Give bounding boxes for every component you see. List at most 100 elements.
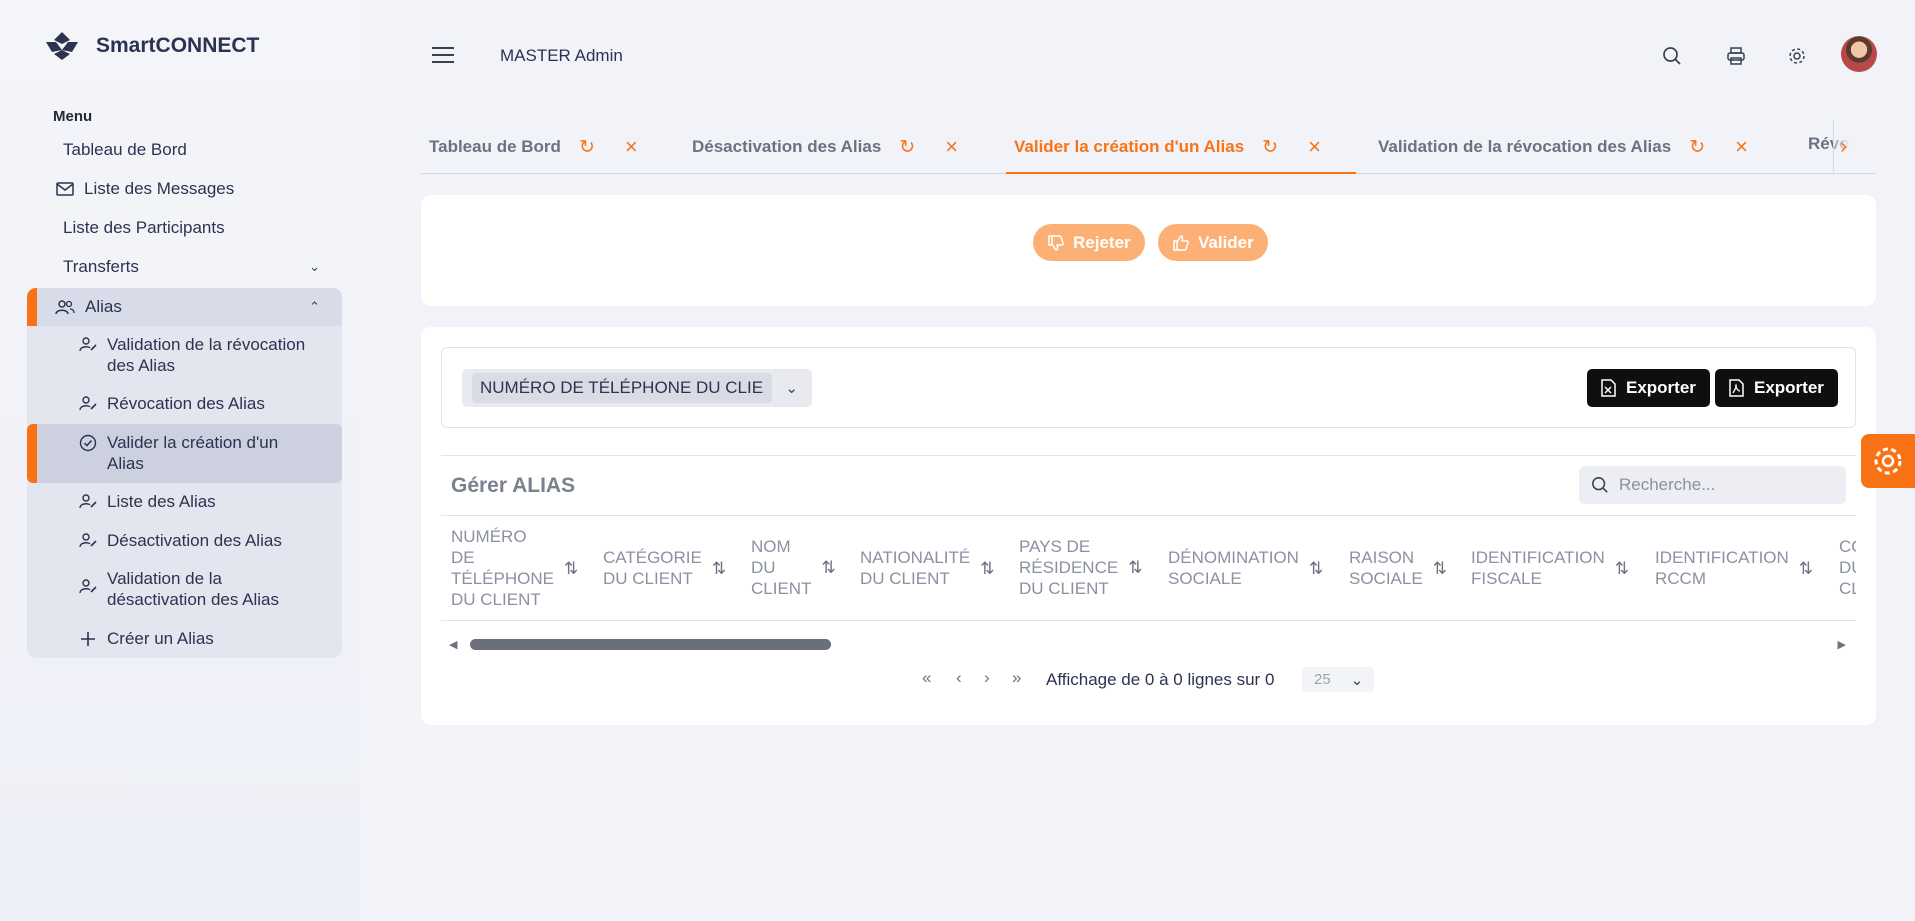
sidebar-sub-validation-desactivation[interactable]: Validation de la désactivation des Alias — [27, 568, 342, 610]
sidebar-item-participants[interactable]: Liste des Participants — [27, 218, 342, 238]
plus-icon — [79, 630, 99, 648]
sidebar-item-messages[interactable]: Liste des Messages — [27, 179, 342, 199]
first-page-button[interactable]: « — [922, 668, 931, 688]
sort-icon[interactable]: ⇅ — [821, 557, 835, 578]
close-icon[interactable]: × — [1735, 134, 1748, 160]
column-header-label: DÉNOMINATION SOCIALE — [1168, 548, 1299, 588]
column-header-raison[interactable]: RAISON SOCIALE ⇅ — [1349, 547, 1447, 589]
close-icon[interactable]: × — [945, 134, 958, 160]
page-size-value: 25 — [1314, 671, 1331, 688]
settings-fab[interactable] — [1861, 434, 1915, 488]
tab-tableau-de-bord[interactable]: Tableau de Bord ↻ × — [429, 134, 638, 160]
reject-button[interactable]: Rejeter — [1033, 224, 1145, 261]
sort-icon[interactable]: ⇅ — [1615, 558, 1629, 579]
avatar[interactable] — [1841, 36, 1877, 72]
column-header-denomination[interactable]: DÉNOMINATION SOCIALE ⇅ — [1168, 547, 1323, 589]
print-icon[interactable] — [1724, 44, 1748, 68]
users-icon — [55, 299, 77, 315]
gear-icon — [1874, 447, 1902, 475]
sidebar-sub-valider-creation[interactable]: Valider la création d'un Alias — [27, 424, 342, 483]
tab-valider-creation[interactable]: Valider la création d'un Alias ↻ × — [1014, 134, 1321, 160]
export-label: Exporter — [1626, 378, 1696, 397]
prev-page-button[interactable]: ‹ — [956, 668, 962, 688]
sort-icon[interactable]: ⇅ — [1799, 558, 1813, 579]
column-chip[interactable]: NUMÉRO DE TÉLÉPHONE DU CLIE — [472, 373, 772, 403]
column-header-pays[interactable]: PAYS DE RÉSIDENCE DU CLIENT ⇅ — [1019, 536, 1142, 599]
user-edit-icon — [79, 493, 99, 509]
column-header-label: RAISON SOCIALE — [1349, 548, 1423, 588]
sidebar-sub-label: Valider la création d'un Alias — [107, 433, 279, 473]
validate-button[interactable]: Valider — [1158, 224, 1268, 261]
column-header-numero[interactable]: NUMÉRO DE TÉLÉPHONE DU CLIENT ⇅ — [451, 526, 578, 610]
column-selector[interactable]: NUMÉRO DE TÉLÉPHONE DU CLIE ⌄ — [462, 369, 812, 407]
search-input[interactable] — [1619, 475, 1829, 495]
refresh-icon[interactable]: ↻ — [579, 136, 595, 159]
column-header-nationalite[interactable]: NATIONALITÉ DU CLIENT ⇅ — [860, 547, 994, 589]
export-excel-button[interactable]: Exporter — [1587, 369, 1710, 407]
column-header-label: IDENTIFICATION RCCM — [1655, 548, 1789, 588]
menu-icon[interactable] — [432, 47, 454, 68]
user-edit-icon — [79, 395, 99, 411]
export-pdf-button[interactable]: Exporter — [1715, 369, 1838, 407]
tab-desactivation[interactable]: Désactivation des Alias ↻ × — [692, 134, 958, 160]
user-edit-icon — [79, 532, 99, 548]
column-header-label: PAYS DE RÉSIDENCE DU CLIENT — [1019, 537, 1119, 598]
brand-logo[interactable]: SmartCONNECT — [42, 30, 259, 62]
sidebar-item-transferts[interactable]: Transferts ⌄ — [27, 257, 342, 277]
column-header-identification-fiscale[interactable]: IDENTIFICATION FISCALE ⇅ — [1471, 547, 1629, 589]
sidebar-sub-creer-alias[interactable]: Créer un Alias — [27, 628, 342, 649]
column-header-identification-rccm[interactable]: IDENTIFICATION RCCM ⇅ — [1655, 547, 1813, 589]
sidebar-item-label: Transferts — [63, 257, 139, 276]
next-page-button[interactable]: › — [984, 668, 990, 688]
divider — [441, 620, 1856, 621]
user-edit-icon — [79, 336, 99, 352]
brand-name: SmartCONNECT — [96, 34, 260, 57]
sidebar-sub-desactivation[interactable]: Désactivation des Alias — [27, 530, 342, 551]
sidebar-sub-validation-revocation[interactable]: Validation de la révocation des Alias — [27, 334, 342, 376]
refresh-icon[interactable]: ↻ — [1262, 136, 1278, 159]
scroll-left-icon[interactable]: ◀ — [449, 638, 457, 651]
sidebar-item-tableau-de-bord[interactable]: Tableau de Bord — [27, 140, 342, 160]
sort-icon[interactable]: ⇅ — [564, 558, 578, 579]
column-header-label: CATÉGORIE DU CLIENT — [603, 548, 702, 588]
refresh-icon[interactable]: ↻ — [1689, 136, 1705, 159]
column-header-categorie[interactable]: CATÉGORIE DU CLIENT ⇅ — [603, 547, 726, 589]
sidebar-item-label: Alias — [85, 297, 122, 316]
close-icon[interactable]: × — [1308, 134, 1321, 160]
sidebar: SmartCONNECT Menu Tableau de Bord Liste … — [0, 0, 360, 921]
page-size-select[interactable]: 25 ⌄ — [1302, 667, 1374, 692]
search-icon[interactable] — [1660, 44, 1684, 68]
pagination-summary: Affichage de 0 à 0 lignes sur 0 — [1046, 670, 1275, 689]
last-page-button[interactable]: » — [1012, 668, 1021, 688]
divider — [441, 455, 1856, 456]
close-icon[interactable]: × — [625, 134, 638, 160]
thumbs-up-icon — [1173, 234, 1189, 251]
sidebar-sub-label: Validation de la désactivation des Alias — [107, 569, 279, 609]
refresh-icon[interactable]: ↻ — [899, 136, 915, 159]
user-role: MASTER Admin — [500, 46, 623, 65]
scroll-thumb[interactable] — [470, 639, 831, 650]
sidebar-item-alias[interactable]: Alias ⌃ — [27, 288, 342, 326]
sidebar-sub-revocation[interactable]: Révocation des Alias — [27, 393, 342, 414]
sort-icon[interactable]: ⇅ — [1128, 557, 1142, 578]
sidebar-item-label: Liste des Participants — [63, 218, 225, 237]
sidebar-sub-label: Liste des Alias — [107, 492, 216, 511]
column-header-nom[interactable]: NOM DU CLIENT ⇅ — [751, 536, 836, 599]
active-tab-indicator — [1006, 172, 1356, 174]
tab-label: Désactivation des Alias — [692, 137, 882, 156]
scroll-right-icon[interactable]: ▶ — [1838, 638, 1846, 651]
search-field[interactable] — [1579, 466, 1846, 504]
sidebar-sub-liste-alias[interactable]: Liste des Alias — [27, 491, 342, 512]
chevron-right-icon[interactable]: › — [1833, 120, 1876, 172]
grid-title: Gérer ALIAS — [451, 474, 576, 497]
sort-icon[interactable]: ⇅ — [1309, 558, 1323, 579]
column-header-label: NATIONALITÉ DU CLIENT — [860, 548, 971, 588]
settings-icon[interactable] — [1785, 44, 1809, 68]
logo-icon — [46, 32, 78, 60]
tab-bar: Tableau de Bord ↻ × Désactivation des Al… — [421, 120, 1876, 174]
sort-icon[interactable]: ⇅ — [1433, 558, 1447, 579]
column-header-truncated[interactable]: CODUCL — [1839, 536, 1856, 599]
sort-icon[interactable]: ⇅ — [712, 558, 726, 579]
sort-icon[interactable]: ⇅ — [980, 558, 994, 579]
tab-validation-revocation[interactable]: Validation de la révocation des Alias ↻ … — [1378, 134, 1748, 160]
